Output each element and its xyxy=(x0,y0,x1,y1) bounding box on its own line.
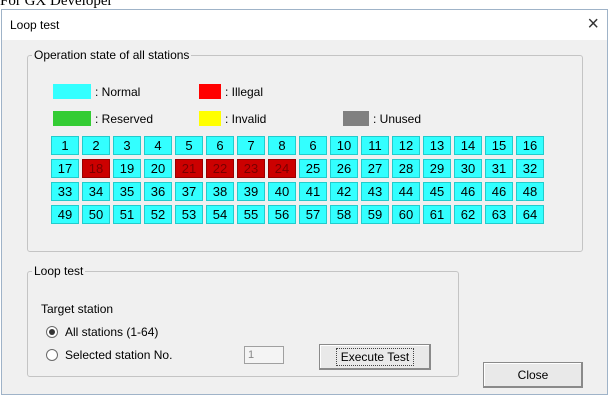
legend-invalid: : Invalid xyxy=(199,111,266,126)
invalid-swatch xyxy=(199,111,221,126)
station-cell: 7 xyxy=(237,136,265,155)
station-cell: 24 xyxy=(268,159,296,178)
station-cell: 21 xyxy=(175,159,203,178)
station-cell: 62 xyxy=(454,205,482,224)
station-cell: 55 xyxy=(237,205,265,224)
station-cell: 20 xyxy=(144,159,172,178)
radio-selected-station-dot[interactable] xyxy=(46,349,58,361)
station-cell: 46 xyxy=(485,182,513,201)
title-bar: Loop test × xyxy=(2,10,607,40)
legend-normal-label: : Normal xyxy=(95,84,141,99)
station-cell: 48 xyxy=(516,182,544,201)
station-cell: 49 xyxy=(51,205,79,224)
station-cell: 45 xyxy=(423,182,451,201)
station-cell: 54 xyxy=(206,205,234,224)
illegal-swatch xyxy=(199,84,221,99)
station-cell: 39 xyxy=(237,182,265,201)
station-cell: 35 xyxy=(113,182,141,201)
station-cell: 53 xyxy=(175,205,203,224)
station-cell: 32 xyxy=(516,159,544,178)
unused-swatch xyxy=(343,111,369,126)
station-cell: 6 xyxy=(206,136,234,155)
station-cell: 63 xyxy=(485,205,513,224)
station-cell: 31 xyxy=(485,159,513,178)
legend-illegal: : Illegal xyxy=(199,84,263,99)
station-no-input[interactable]: 1 xyxy=(244,346,284,364)
execute-test-button[interactable]: Execute Test xyxy=(319,344,431,370)
station-cell: 37 xyxy=(175,182,203,201)
station-cell: 58 xyxy=(330,205,358,224)
legend-invalid-label: : Invalid xyxy=(225,111,267,126)
station-cell: 57 xyxy=(299,205,327,224)
station-cell: 25 xyxy=(299,159,327,178)
normal-swatch xyxy=(53,84,91,99)
station-cell: 50 xyxy=(82,205,110,224)
radio-selected-station[interactable]: Selected station No. xyxy=(46,348,172,362)
legend-illegal-label: : Illegal xyxy=(225,84,264,99)
station-cell: 27 xyxy=(361,159,389,178)
radio-selected-station-label: Selected station No. xyxy=(65,348,173,362)
station-cell: 59 xyxy=(361,205,389,224)
station-cell: 41 xyxy=(299,182,327,201)
station-cell: 38 xyxy=(206,182,234,201)
legend-unused: : Unused xyxy=(343,111,421,126)
station-cell: 56 xyxy=(268,205,296,224)
reserved-swatch xyxy=(53,111,91,126)
station-cell: 29 xyxy=(423,159,451,178)
station-cell: 28 xyxy=(392,159,420,178)
station-cell: 34 xyxy=(82,182,110,201)
station-cell: 12 xyxy=(392,136,420,155)
station-cell: 11 xyxy=(361,136,389,155)
close-button[interactable]: Close xyxy=(483,362,583,388)
station-cell: 13 xyxy=(423,136,451,155)
station-cell: 30 xyxy=(454,159,482,178)
station-cell: 14 xyxy=(454,136,482,155)
station-cell: 10 xyxy=(330,136,358,155)
station-cell: 22 xyxy=(206,159,234,178)
station-cell: 8 xyxy=(268,136,296,155)
execute-test-label: Execute Test xyxy=(335,348,415,366)
station-cell: 6 xyxy=(299,136,327,155)
station-cell: 18 xyxy=(82,159,110,178)
target-station-label: Target station xyxy=(41,302,114,316)
station-cell: 46 xyxy=(454,182,482,201)
station-cell: 23 xyxy=(237,159,265,178)
station-cell: 36 xyxy=(144,182,172,201)
station-cell: 60 xyxy=(392,205,420,224)
station-cell: 44 xyxy=(392,182,420,201)
legend-unused-label: : Unused xyxy=(373,111,422,126)
radio-all-stations-dot[interactable] xyxy=(46,326,58,338)
station-cell: 51 xyxy=(113,205,141,224)
station-cell: 52 xyxy=(144,205,172,224)
legend-reserved: : Reserved xyxy=(53,111,153,126)
close-icon[interactable]: × xyxy=(587,13,599,35)
legend-reserved-label: : Reserved xyxy=(95,111,154,126)
loop-test-legend: Loop test xyxy=(34,264,84,278)
station-cell: 16 xyxy=(516,136,544,155)
station-cell: 33 xyxy=(51,182,79,201)
station-cell: 61 xyxy=(423,205,451,224)
station-cell: 2 xyxy=(82,136,110,155)
radio-all-stations[interactable]: All stations (1-64) xyxy=(46,325,158,339)
station-cell: 4 xyxy=(144,136,172,155)
station-cell: 43 xyxy=(361,182,389,201)
station-cell: 3 xyxy=(113,136,141,155)
radio-all-stations-label: All stations (1-64) xyxy=(65,325,159,339)
station-cell: 19 xyxy=(113,159,141,178)
window-title: Loop test xyxy=(10,18,60,32)
legend-normal: : Normal xyxy=(53,84,140,99)
station-cell: 17 xyxy=(51,159,79,178)
station-cell: 1 xyxy=(51,136,79,155)
station-cell: 26 xyxy=(330,159,358,178)
station-cell: 42 xyxy=(330,182,358,201)
station-cell: 64 xyxy=(516,205,544,224)
operation-state-legend: Operation state of all stations xyxy=(34,48,190,62)
station-cell: 40 xyxy=(268,182,296,201)
station-cell: 5 xyxy=(175,136,203,155)
station-cell: 15 xyxy=(485,136,513,155)
station-grid: 1 2 3 4 5 6 7 8 6 10 11 12 13 14 15 16 17 18 19 20 21 22 23 24 2… xyxy=(51,136,544,224)
